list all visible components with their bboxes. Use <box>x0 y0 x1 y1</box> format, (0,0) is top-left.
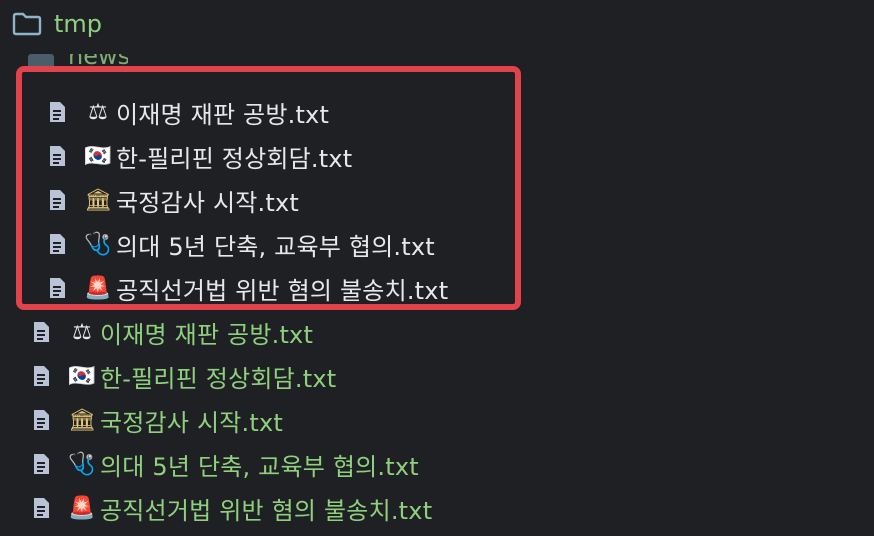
list-item[interactable]: 🩺 의대 5년 단축, 교육부 협의.txt <box>32 442 419 486</box>
file-label: 한-필리핀 정상회담.txt <box>100 364 337 393</box>
file-icon <box>34 454 49 474</box>
list-item[interactable]: 🇰🇷 한-필리핀 정상회담.txt <box>32 354 336 398</box>
classical-building-icon: 🏛 <box>68 407 96 433</box>
file-label: 이재명 재판 공방.txt <box>100 320 314 349</box>
stethoscope-icon: 🩺 <box>68 451 96 477</box>
file-icon <box>34 498 49 518</box>
list-item[interactable]: ⚖ 이재명 재판 공방.txt <box>32 310 313 354</box>
file-label: 공직선거법 위반 혐의 불송치.txt <box>100 496 433 525</box>
file-icon <box>34 322 49 342</box>
file-tree: tmp news ⚖ 이재명 재판 공방.txt 🇰🇷 한-필리핀 정상회담.t… <box>0 0 874 536</box>
file-icon <box>34 410 49 430</box>
scales-icon: ⚖ <box>72 319 92 345</box>
list-item[interactable]: 🏛 국정감사 시작.txt <box>32 398 283 442</box>
folder-label: tmp <box>54 10 103 38</box>
file-icon <box>34 366 49 386</box>
highlight-box <box>16 66 521 310</box>
file-label: 의대 5년 단축, 교육부 협의.txt <box>100 452 419 481</box>
folder-tmp[interactable]: tmp <box>12 2 102 46</box>
file-label: 국정감사 시작.txt <box>100 408 283 437</box>
siren-icon: 🚨 <box>68 495 96 521</box>
korea-flag-icon: 🇰🇷 <box>68 363 96 389</box>
folder-icon <box>12 12 42 36</box>
list-item[interactable]: 🚨 공직선거법 위반 혐의 불송치.txt <box>32 486 432 530</box>
